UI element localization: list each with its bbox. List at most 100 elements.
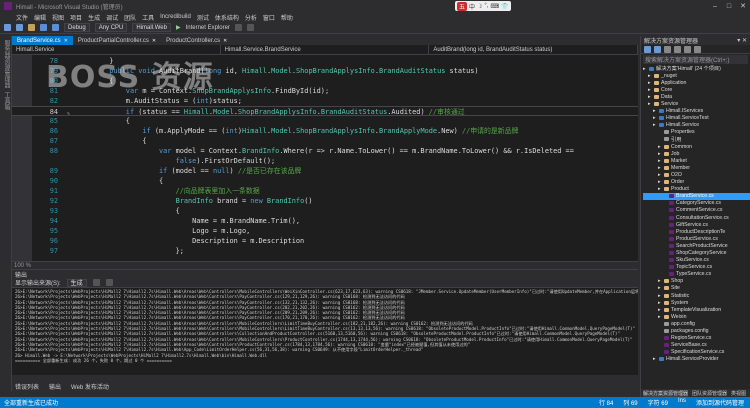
save-all-icon[interactable] (52, 24, 59, 31)
menu-item[interactable]: Incredibuild (160, 14, 191, 20)
back-icon[interactable] (4, 24, 11, 31)
code-line[interactable]: 92 BrandInfo brand = new BrandInfo() (12, 196, 638, 206)
code-editor[interactable]: 78 } 79 public void AuditBrand(long id, H… (12, 55, 638, 261)
tree-item[interactable]: TypeService.cs (643, 271, 750, 278)
expand-arrow-icon[interactable]: ▸ (648, 94, 652, 100)
expand-arrow-icon[interactable]: ▸ (658, 186, 662, 192)
ime-button[interactable]: ☽ (477, 3, 482, 10)
code-line[interactable]: 84 if (status == Himall.Model.ShopBrandA… (12, 106, 638, 117)
nav-member-dropdown[interactable]: AuditBrand(long id, BrandAuditStatus sta… (429, 45, 639, 54)
expand-arrow-icon[interactable]: ▸ (658, 144, 662, 150)
tree-item[interactable]: ▸ Job (643, 150, 750, 157)
tree-item[interactable]: ▸ Market (643, 157, 750, 164)
solution-bottom-tab[interactable]: 团队资源管理器 (692, 390, 727, 397)
ime-button[interactable]: °, (484, 3, 488, 9)
tree-item[interactable]: ServiceBase.cs (643, 342, 750, 349)
tree-item[interactable]: ▸ Order (643, 179, 750, 186)
expand-arrow-icon[interactable]: ▸ (653, 115, 657, 121)
code-line[interactable]: 88 var model = Context.BrandInfo.Where(r… (12, 146, 638, 156)
tree-item[interactable]: BrandService.cs (643, 192, 750, 200)
tree-item[interactable]: ▸ _nuget (643, 72, 750, 79)
sol-forward-icon[interactable] (654, 45, 661, 53)
code-line[interactable]: 90 { (12, 176, 638, 186)
bottom-tab[interactable]: 错误列表 (15, 382, 39, 391)
menu-item[interactable]: 工具 (142, 13, 154, 22)
tree-item[interactable]: ▸ System (643, 299, 750, 306)
tree-item[interactable]: ▸ Core (643, 86, 750, 93)
server-explorer-tab[interactable]: 服务器资源管理器 (2, 40, 11, 88)
tree-item[interactable]: ConsultationService.cs (643, 214, 750, 221)
menu-item[interactable]: 编辑 (34, 13, 46, 22)
code-line[interactable]: 78 } (12, 56, 638, 66)
tree-item[interactable]: ▸ Weixin (643, 313, 750, 320)
menu-item[interactable]: 测试 (197, 13, 209, 22)
code-line[interactable]: 86 if (m.ApplyMode == (int)Himall.Model.… (12, 126, 638, 136)
minimize-icon[interactable]: – (708, 0, 722, 12)
ime-button[interactable]: 五 (457, 1, 468, 11)
tree-item[interactable]: ProductDescriptionTe (643, 228, 750, 235)
sol-refresh-icon[interactable] (684, 45, 691, 53)
code-line[interactable]: 81 var m = Context.ShopBrandApplysInfo.F… (12, 86, 638, 96)
tree-item[interactable]: app.config (643, 320, 750, 327)
tree-item[interactable]: packages.config (643, 327, 750, 334)
clear-output-icon[interactable] (92, 279, 100, 286)
tree-item[interactable]: SkuService.cs (643, 257, 750, 264)
pin-icon[interactable]: ▾ ✕ (737, 37, 747, 44)
platform-select[interactable]: Any CPU (94, 23, 128, 32)
add-to-source-control[interactable]: 添加到源代码管理 (696, 398, 744, 407)
menu-item[interactable]: 项目 (70, 13, 82, 22)
solution-bottom-tab[interactable]: 解决方案资源管理器 (643, 389, 689, 397)
tree-item[interactable]: ▸ Statistic (643, 292, 750, 299)
code-line[interactable]: 94 Name = m.BrandName.Trim(), (12, 216, 638, 226)
code-line[interactable]: 87 { (12, 136, 638, 146)
tree-item[interactable]: CategoryService.cs (643, 200, 750, 207)
run-target-button[interactable]: Internet Explorer (186, 25, 230, 31)
code-line[interactable]: 82 m.AuditStatus = (int)status; (12, 96, 638, 106)
tree-item[interactable]: ▸ Data (643, 93, 750, 100)
expand-arrow-icon[interactable]: ▸ (658, 285, 662, 291)
expand-arrow-icon[interactable]: ▸ (648, 73, 652, 79)
sol-collapse-icon[interactable] (694, 45, 701, 53)
open-folder-icon[interactable] (28, 24, 35, 31)
expand-arrow-icon[interactable]: ▸ (658, 151, 662, 157)
bottom-tab[interactable]: 输出 (49, 382, 61, 391)
tree-item[interactable]: ▸ 解决方案'Himall' (24 个项目) (643, 65, 750, 73)
menu-item[interactable]: 体系结构 (215, 13, 239, 22)
expand-arrow-icon[interactable]: ▸ (658, 179, 662, 185)
menu-item[interactable]: 调试 (106, 13, 118, 22)
code-line[interactable]: 95 Logo = m.Logo, (12, 226, 638, 236)
sol-sync-icon[interactable] (674, 45, 681, 53)
sol-back-icon[interactable] (644, 45, 651, 53)
word-wrap-icon[interactable] (105, 279, 113, 286)
tree-item[interactable]: ▸ Site (643, 285, 750, 292)
config-select[interactable]: Debug (64, 23, 90, 32)
tree-item[interactable]: ▸ Product (643, 186, 750, 193)
document-tab[interactable]: ProductPartialController.cs ✕ (73, 36, 161, 45)
document-tab[interactable]: BrandService.cs ✕ (12, 36, 73, 45)
tree-item[interactable]: TopicService.cs (643, 264, 750, 271)
expand-arrow-icon[interactable]: ▸ (653, 108, 657, 114)
tree-item[interactable]: ▸ O2O (643, 171, 750, 178)
maximize-icon[interactable]: □ (722, 0, 736, 12)
tree-item[interactable]: ▸ Common (643, 143, 750, 150)
code-line[interactable]: 93 { (12, 206, 638, 216)
code-line[interactable]: 97 }; (12, 246, 638, 256)
expand-arrow-icon[interactable]: ▸ (648, 80, 652, 86)
ime-button[interactable]: 中 (469, 2, 475, 11)
tree-item[interactable]: ▸ Shop (643, 278, 750, 285)
save-icon[interactable] (40, 24, 47, 31)
tree-item[interactable]: ▸ Himall.IServices (643, 108, 750, 115)
menu-item[interactable]: 窗口 (263, 13, 275, 22)
output-text[interactable]: 26>E:\Network\Projects\WebProjects\HiMal… (12, 288, 638, 374)
tree-item[interactable]: Properties (643, 129, 750, 136)
menu-item[interactable]: 帮助 (281, 13, 293, 22)
expand-arrow-icon[interactable]: ▸ (658, 314, 662, 320)
expand-arrow-icon[interactable]: ▸ (658, 300, 662, 306)
code-line[interactable]: 91 //向品牌表里加入一条数据 (12, 186, 638, 196)
output-source-select[interactable]: 生成 (66, 278, 87, 287)
tree-item[interactable]: ▸ Himall.ServiceProvider (643, 356, 750, 363)
tree-item[interactable]: 引用 (643, 136, 750, 143)
tree-item[interactable]: GiftService.cs (643, 221, 750, 228)
menu-item[interactable]: 文件 (16, 13, 28, 22)
tree-item[interactable]: SearchProductService (643, 242, 750, 249)
